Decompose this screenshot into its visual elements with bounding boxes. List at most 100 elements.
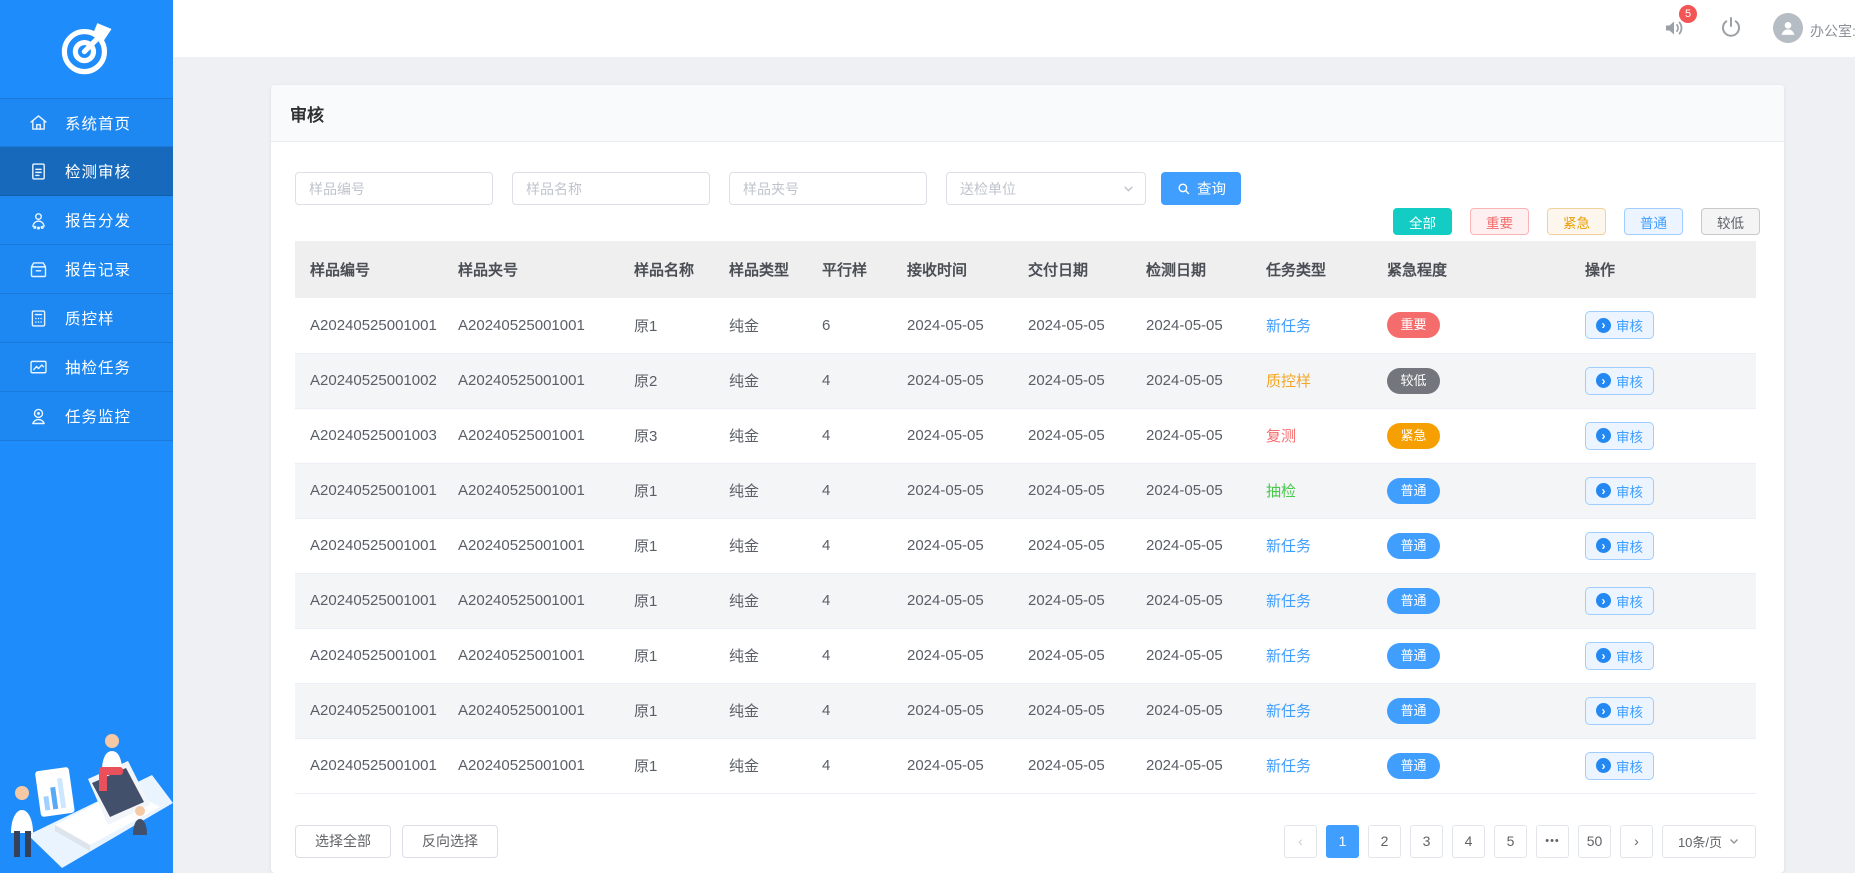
urgency-badge: 普通: [1387, 478, 1440, 504]
review-button[interactable]: ›审核: [1585, 477, 1654, 505]
page-size-select[interactable]: 10条/页: [1662, 825, 1756, 858]
pagination-page-1[interactable]: 1: [1326, 825, 1359, 858]
table-row: A20240525001001A20240525001001原1纯金62024-…: [295, 298, 1756, 353]
sample-name-input[interactable]: [512, 172, 710, 205]
filter-low-button[interactable]: 较低: [1701, 208, 1760, 235]
cell: 原3: [619, 408, 714, 463]
cell: A20240525001003: [295, 408, 443, 463]
cell-action: › 审核: [1570, 353, 1756, 408]
pagination-prev-button[interactable]: ‹: [1284, 825, 1317, 858]
cell: 纯金: [714, 463, 807, 518]
cell-task-type: 新任务: [1251, 573, 1372, 628]
sidebar-item-task-monitor[interactable]: 任务监控: [0, 392, 173, 441]
cell: A20240525001001: [295, 628, 443, 683]
logout-power-icon[interactable]: [1719, 15, 1743, 39]
pagination-page-3[interactable]: 3: [1410, 825, 1443, 858]
urgency-badge: 普通: [1387, 588, 1440, 614]
search-bar: 送检单位 查询: [295, 172, 1760, 205]
table-header-row: 样品编号样品夹号样品名称样品类型平行样接收时间交付日期检测日期任务类型紧急程度操…: [295, 241, 1756, 298]
cell-urgency: 普通: [1372, 738, 1570, 793]
sidebar-item-sampling-task[interactable]: 抽检任务: [0, 343, 173, 392]
pagination-page-50[interactable]: 50: [1578, 825, 1611, 858]
sidebar-item-label: 报告分发: [65, 209, 131, 231]
cell: 原1: [619, 683, 714, 738]
sidebar-menu: 系统首页 检测审核 报告分发 报告记录 质控样: [0, 98, 173, 441]
review-button[interactable]: ›审核: [1585, 311, 1654, 339]
review-button-label: 审核: [1616, 371, 1643, 391]
select-all-button[interactable]: 选择全部: [295, 825, 391, 858]
pagination-page-5[interactable]: 5: [1494, 825, 1527, 858]
column-header: 样品名称: [619, 241, 714, 298]
cell-urgency: 普通: [1372, 683, 1570, 738]
review-button[interactable]: › 审核: [1585, 367, 1654, 395]
query-button[interactable]: 查询: [1161, 172, 1241, 205]
column-header: 样品夹号: [443, 241, 619, 298]
cell: A20240525001001: [443, 518, 619, 573]
cell: 4: [807, 353, 892, 408]
cell: 2024-05-05: [1013, 518, 1131, 573]
cell: A20240525001002: [295, 353, 443, 408]
pagination-next-button[interactable]: ›: [1620, 825, 1653, 858]
column-header: 操作: [1570, 241, 1756, 298]
cell: 2024-05-05: [1131, 518, 1251, 573]
review-button[interactable]: ›审核: [1585, 422, 1654, 450]
pagination-ellipsis[interactable]: •••: [1536, 825, 1569, 858]
cell-urgency: 普通: [1372, 463, 1570, 518]
filter-important-button[interactable]: 重要: [1470, 208, 1529, 235]
cell: 6: [807, 298, 892, 353]
sidebar-item-qc-sample[interactable]: 质控样: [0, 294, 173, 343]
cell: 2024-05-05: [1131, 573, 1251, 628]
pagination-page-2[interactable]: 2: [1368, 825, 1401, 858]
cell: 2024-05-05: [892, 738, 1013, 793]
cell-task-type: 新任务: [1251, 738, 1372, 793]
review-button[interactable]: ›审核: [1585, 697, 1654, 725]
cell: A20240525001001: [443, 353, 619, 408]
sample-folder-input[interactable]: [729, 172, 927, 205]
cell-action: ›审核: [1570, 298, 1756, 353]
sample-no-input[interactable]: [295, 172, 493, 205]
top-header: 5 办公室:张: [173, 0, 1855, 57]
samples-table: 样品编号样品夹号样品名称样品类型平行样接收时间交付日期检测日期任务类型紧急程度操…: [295, 241, 1756, 794]
arrow-right-icon: ›: [1596, 703, 1611, 718]
cell: A20240525001001: [443, 573, 619, 628]
user-avatar[interactable]: [1773, 13, 1803, 43]
cell: 2024-05-05: [892, 573, 1013, 628]
sidebar-item-label: 系统首页: [65, 112, 131, 134]
table-row: A20240525001001A20240525001001原1纯金42024-…: [295, 518, 1756, 573]
cell: A20240525001001: [443, 683, 619, 738]
cell: 4: [807, 738, 892, 793]
arrow-right-icon: ›: [1596, 538, 1611, 553]
sidebar-item-report-records[interactable]: 报告记录: [0, 245, 173, 294]
invert-selection-button[interactable]: 反向选择: [402, 825, 498, 858]
filter-normal-button[interactable]: 普通: [1624, 208, 1683, 235]
sidebar-item-report-dispatch[interactable]: 报告分发: [0, 196, 173, 245]
column-header: 任务类型: [1251, 241, 1372, 298]
urgency-badge: 紧急: [1387, 423, 1440, 449]
cell-action: ›审核: [1570, 573, 1756, 628]
sidebar-item-review[interactable]: 检测审核: [0, 147, 173, 196]
sidebar-item-home[interactable]: 系统首页: [0, 98, 173, 147]
review-button[interactable]: ›审核: [1585, 532, 1654, 560]
cell: 2024-05-05: [892, 683, 1013, 738]
page-title: 审核: [290, 101, 324, 126]
review-button[interactable]: ›审核: [1585, 642, 1654, 670]
arrow-right-icon: ›: [1596, 318, 1611, 333]
cell: 2024-05-05: [892, 298, 1013, 353]
filter-all-button[interactable]: 全部: [1393, 208, 1452, 235]
filter-urgent-button[interactable]: 紧急: [1547, 208, 1606, 235]
cell-urgency: 普通: [1372, 628, 1570, 683]
cell-task-type: 新任务: [1251, 628, 1372, 683]
arrow-right-icon: ›: [1596, 373, 1611, 388]
cell: 纯金: [714, 573, 807, 628]
pagination-page-4[interactable]: 4: [1452, 825, 1485, 858]
cell: 2024-05-05: [1131, 298, 1251, 353]
table-body: A20240525001001A20240525001001原1纯金62024-…: [295, 298, 1756, 793]
sending-unit-select[interactable]: 送检单位: [946, 172, 1146, 205]
cell-action: ›审核: [1570, 683, 1756, 738]
cell: 4: [807, 683, 892, 738]
review-button[interactable]: ›审核: [1585, 587, 1654, 615]
cell: 2024-05-05: [1013, 573, 1131, 628]
query-button-label: 查询: [1197, 178, 1226, 199]
review-button[interactable]: ›审核: [1585, 752, 1654, 780]
sidebar-item-label: 质控样: [65, 307, 115, 329]
